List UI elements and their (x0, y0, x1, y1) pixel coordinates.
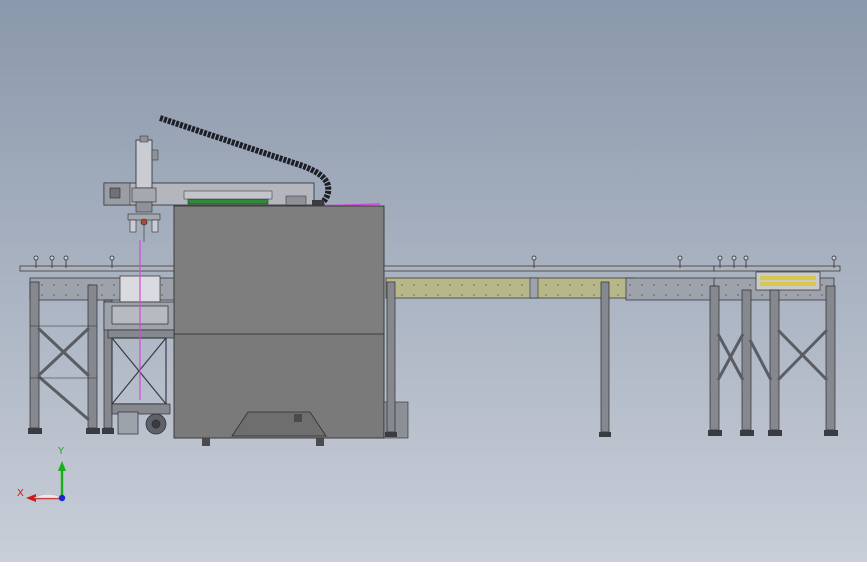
cabinet-upper-panel (173, 205, 385, 335)
cad-scene: X Y (0, 0, 867, 562)
vertical-actuator (135, 139, 153, 189)
roller-assembly (755, 271, 821, 291)
middle-top-rail (383, 265, 715, 272)
triad-y-label: Y (57, 446, 65, 457)
main-cabinet (173, 205, 409, 446)
linear-guide-green (187, 198, 269, 205)
left-top-rail (19, 265, 175, 272)
triad-x-label: X (17, 488, 24, 499)
cabinet-access-hatch (231, 411, 327, 437)
cad-viewport[interactable]: X Y (0, 0, 867, 562)
